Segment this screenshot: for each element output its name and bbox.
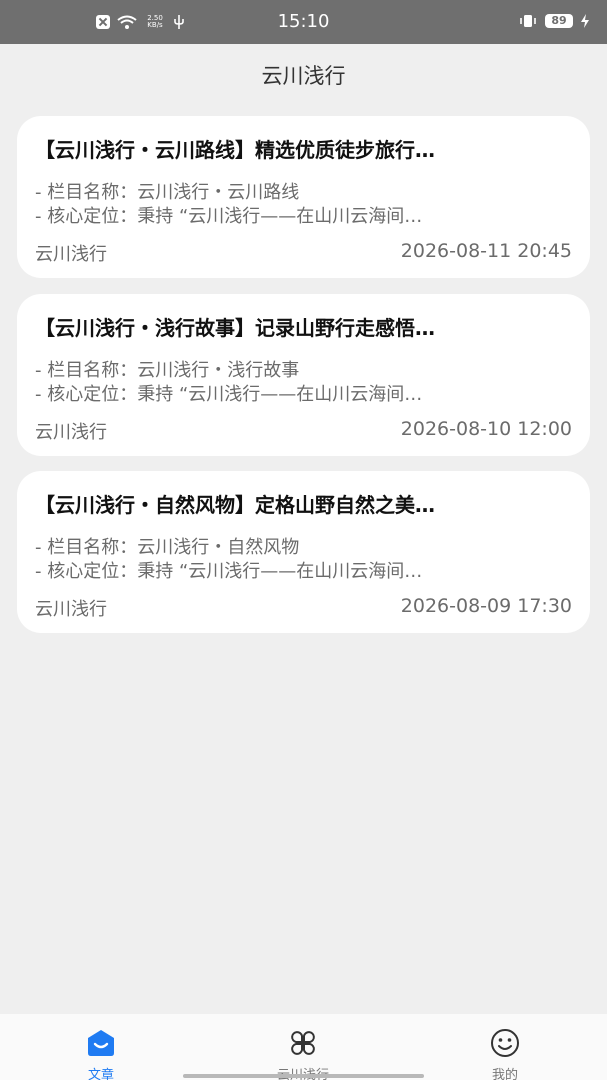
tab-yunchuan[interactable]: 云川浅行 bbox=[202, 1014, 404, 1080]
article-icon bbox=[88, 1030, 114, 1056]
article-source: 云川浅行 bbox=[35, 244, 107, 265]
article-position-line: - 核心定位：秉持 “云川浅行——在山川云海间… bbox=[35, 206, 423, 227]
smile-icon bbox=[491, 1029, 519, 1057]
charging-icon bbox=[581, 14, 589, 28]
article-date: 2026-08-10 12:00 bbox=[400, 418, 572, 440]
article-title: 【云川浅行・浅行故事】记录山野行走感悟… bbox=[35, 316, 435, 340]
article-source: 云川浅行 bbox=[35, 422, 107, 443]
status-right: 89 bbox=[519, 14, 589, 28]
page-title: 云川浅行 bbox=[261, 64, 346, 88]
bottom-tab-bar: 文章 云川浅行 我的 bbox=[0, 1014, 607, 1080]
tab-label: 我的 bbox=[491, 1068, 518, 1080]
battery-level: 89 bbox=[545, 14, 573, 28]
article-card[interactable]: 【云川浅行・自然风物】定格山野自然之美… - 栏目名称：云川浅行・自然风物 - … bbox=[17, 471, 590, 633]
tab-profile[interactable]: 我的 bbox=[404, 1014, 607, 1080]
status-bar: 2.50 KB/s 15:10 89 bbox=[0, 0, 607, 44]
article-title: 【云川浅行・自然风物】定格山野自然之美… bbox=[35, 493, 435, 517]
article-column-line: - 栏目名称：云川浅行・自然风物 bbox=[35, 537, 300, 558]
article-date: 2026-08-09 17:30 bbox=[400, 595, 572, 617]
article-date: 2026-08-11 20:45 bbox=[400, 240, 572, 262]
tab-articles[interactable]: 文章 bbox=[0, 1014, 202, 1080]
vibrate-icon bbox=[520, 15, 536, 27]
article-title: 【云川浅行・云川路线】精选优质徒步旅行… bbox=[35, 138, 435, 162]
status-time: 15:10 bbox=[277, 11, 330, 32]
article-card[interactable]: 【云川浅行・浅行故事】记录山野行走感悟… - 栏目名称：云川浅行・浅行故事 - … bbox=[17, 294, 590, 456]
grid-icon bbox=[291, 1031, 315, 1055]
article-card[interactable]: 【云川浅行・云川路线】精选优质徒步旅行… - 栏目名称：云川浅行・云川路线 - … bbox=[17, 116, 590, 278]
article-column-line: - 栏目名称：云川浅行・浅行故事 bbox=[35, 360, 300, 381]
article-position-line: - 核心定位：秉持 “云川浅行——在山川云海间… bbox=[35, 561, 423, 582]
article-position-line: - 核心定位：秉持 “云川浅行——在山川云海间… bbox=[35, 384, 423, 405]
tab-label: 文章 bbox=[87, 1068, 114, 1080]
article-column-line: - 栏目名称：云川浅行・云川路线 bbox=[35, 182, 300, 203]
article-source: 云川浅行 bbox=[35, 599, 107, 620]
home-indicator[interactable] bbox=[183, 1074, 424, 1078]
